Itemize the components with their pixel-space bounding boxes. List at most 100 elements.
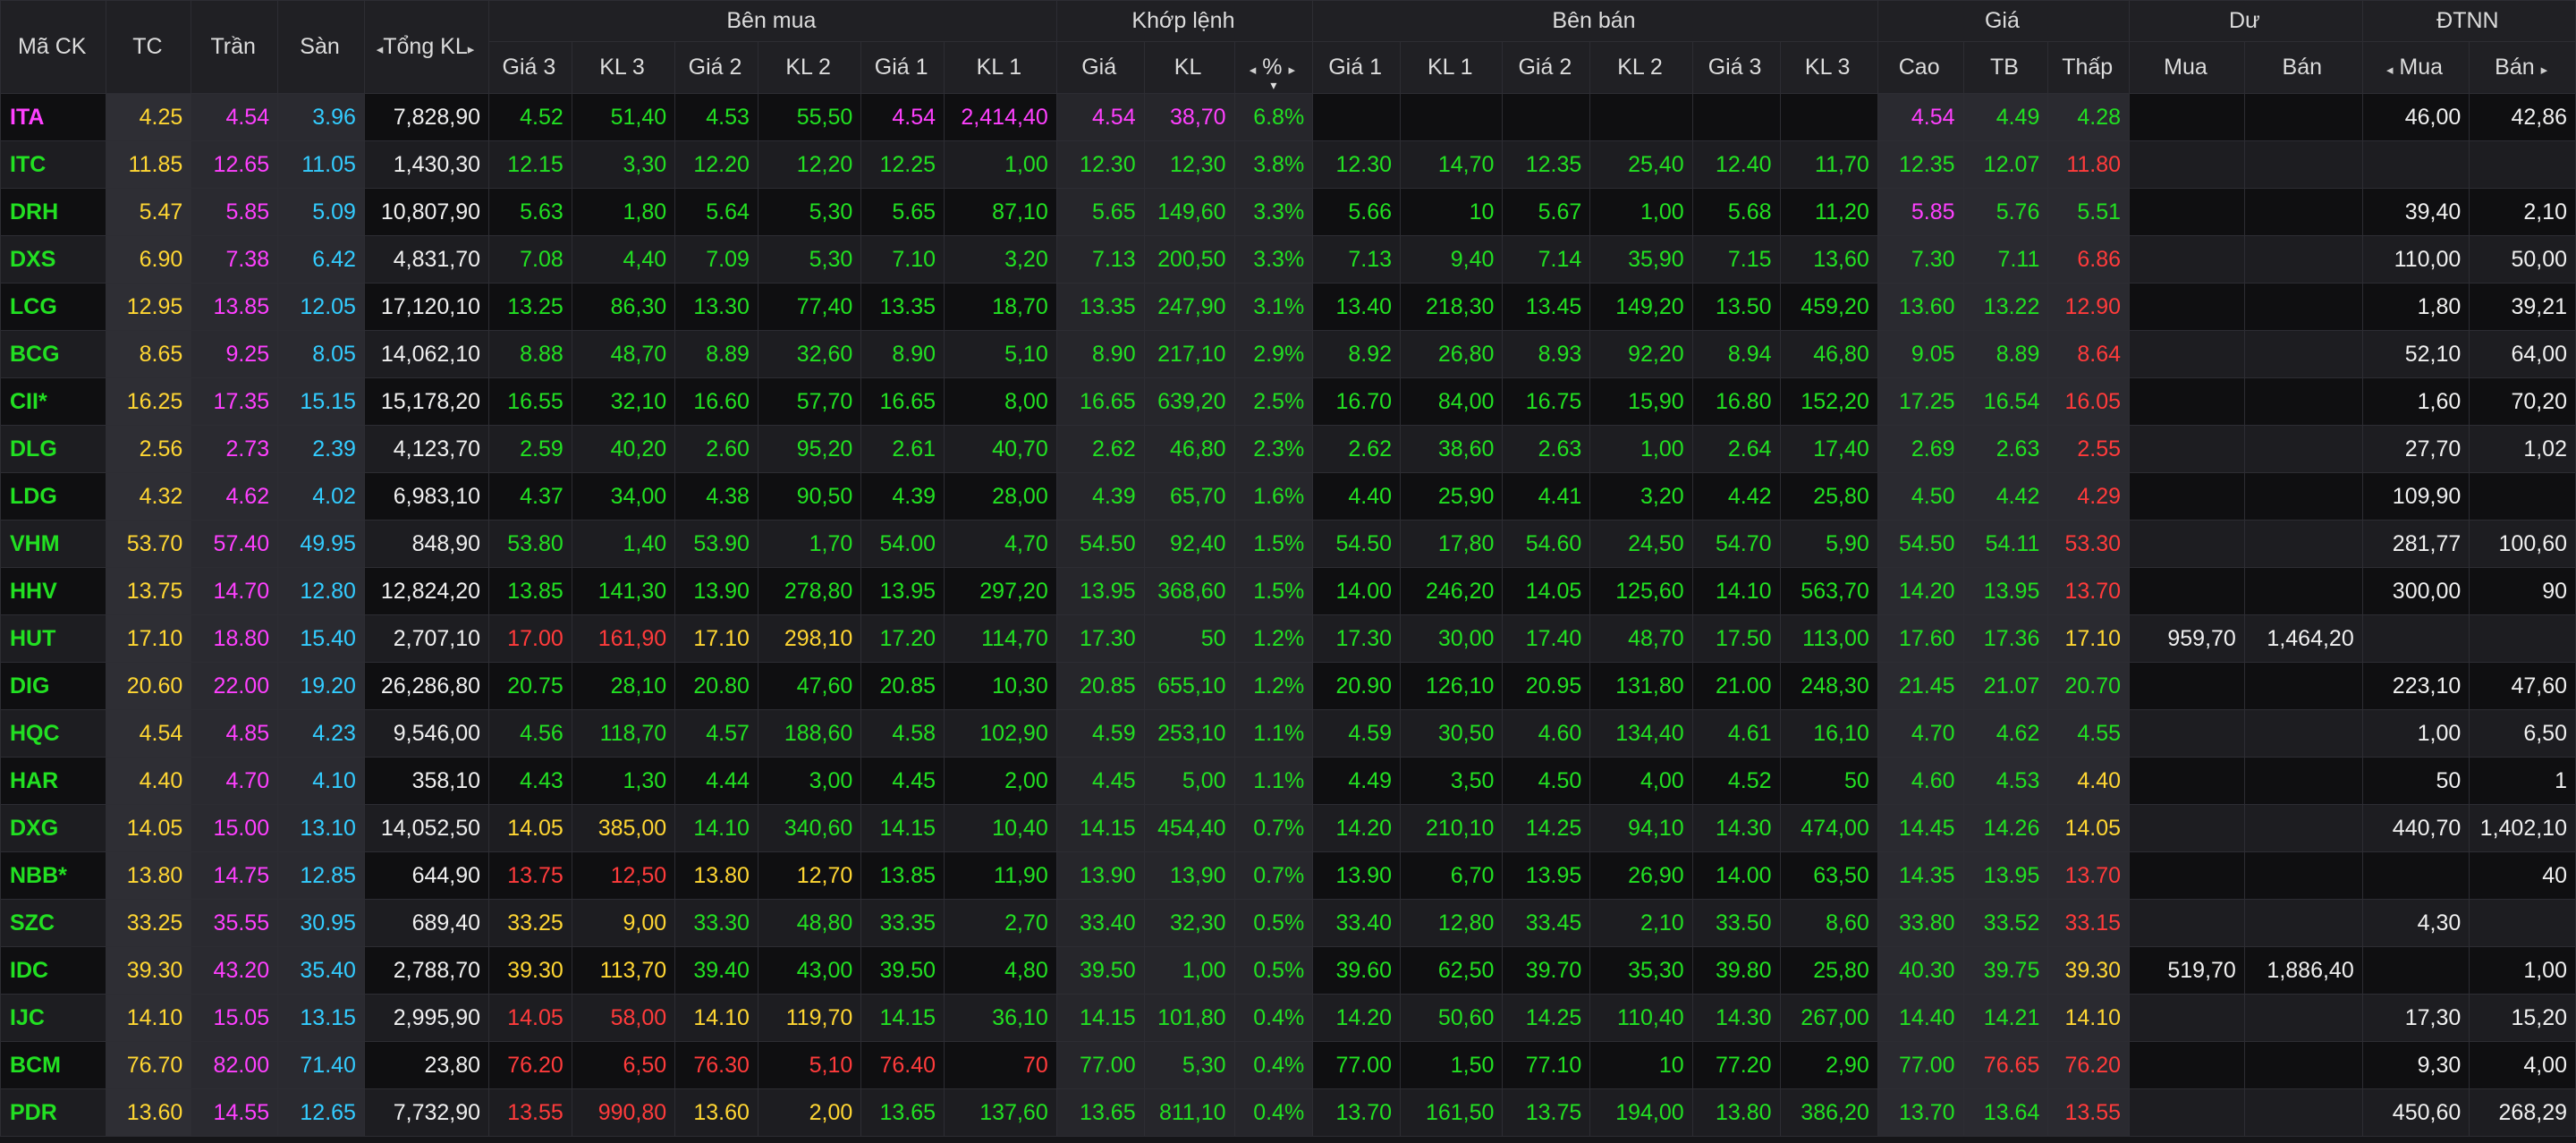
cell-symbol[interactable]: BCG (0, 330, 107, 378)
table-row[interactable]: HUT 17.10 18.80 15.40 2,707,10 17.00 161,90 17.… (0, 614, 2576, 663)
header-tb[interactable]: TB (1962, 41, 2049, 94)
cell-symbol[interactable]: CII* (0, 377, 107, 426)
table-row[interactable]: ITC 11.85 12.65 11.05 1,430,30 12.15 3,30 12.20… (0, 140, 2576, 189)
cell-mua-gia1: 5.65 (860, 188, 945, 236)
cell-symbol[interactable]: HQC (0, 709, 107, 758)
header-mua-gia3[interactable]: Giá 3 (488, 41, 572, 94)
table-row[interactable]: DXS 6.90 7.38 6.42 4,831,70 7.08 4,40 7.09 5,30 7… (0, 235, 2576, 284)
header-du-ban[interactable]: Bán (2243, 41, 2363, 94)
table-row[interactable]: DRH 5.47 5.85 5.09 10,807,90 5.63 1,80 5.64 5,30… (0, 188, 2576, 236)
cell-mua-kl1: 5,10 (944, 330, 1057, 378)
cell-symbol[interactable]: DLG (0, 425, 107, 473)
header-mua-gia1[interactable]: Giá 1 (860, 41, 945, 94)
table-row[interactable]: PDR 13.60 14.55 12.65 7,732,90 13.55 990,80 13.… (0, 1088, 2576, 1137)
cell-ban-kl3: 13,60 (1779, 235, 1878, 284)
arrow-right-icon[interactable]: ▸ (468, 42, 475, 57)
table-row[interactable]: ITA 4.25 4.54 3.96 7,828,90 4.52 51,40 4.53 55,5… (0, 93, 2576, 141)
table-row[interactable]: SZC 33.25 35.55 30.95 689,40 33.25 9,00 33.30 48… (0, 899, 2576, 947)
arrow-right-icon[interactable]: ▸ (2541, 63, 2548, 78)
cell-symbol[interactable]: PDR (0, 1088, 107, 1137)
table-row[interactable]: BCG 8.65 9.25 8.05 14,062,10 8.88 48,70 8.89 32,… (0, 330, 2576, 378)
cell-symbol[interactable]: SZC (0, 899, 107, 947)
table-row[interactable]: LCG 12.95 13.85 12.05 17,120,10 13.25 86,30 13.… (0, 283, 2576, 331)
cell-symbol[interactable]: VHM (0, 520, 107, 568)
cell-symbol[interactable]: DXS (0, 235, 107, 284)
header-ban-gia1[interactable]: Giá 1 (1312, 41, 1402, 94)
cell-tran: 4.62 (191, 472, 279, 521)
cell-symbol[interactable]: LDG (0, 472, 107, 521)
header-ban-kl1[interactable]: KL 1 (1400, 41, 1504, 94)
table-row[interactable]: BCM 76.70 82.00 71.40 23,80 76.20 6,50 76.30 5,1… (0, 1041, 2576, 1089)
cell-symbol[interactable]: DRH (0, 188, 107, 236)
table-row[interactable]: CII* 16.25 17.35 15.15 15,178,20 16.55 32,10 16… (0, 377, 2576, 426)
header-khop-gia[interactable]: Giá (1055, 41, 1145, 94)
header-ban-gia3[interactable]: Giá 3 (1691, 41, 1781, 94)
header-du-mua[interactable]: Mua (2129, 41, 2245, 94)
cell-mua-kl2: 278,80 (757, 567, 862, 615)
table-row[interactable]: LDG 4.32 4.62 4.02 6,983,10 4.37 34,00 4.38 90,5… (0, 472, 2576, 521)
cell-nn-mua: 27,70 (2361, 425, 2470, 473)
cell-ban-gia2: 5.67 (1502, 188, 1591, 236)
table-row[interactable]: IJC 14.10 15.05 13.15 2,995,90 14.05 58,00 14.1… (0, 994, 2576, 1042)
header-mua-kl2[interactable]: KL 2 (757, 41, 862, 94)
cell-ban-gia2: 2.63 (1502, 425, 1591, 473)
header-tran[interactable]: Trần (191, 0, 279, 94)
arrow-left-icon[interactable]: ◂ (1250, 63, 1257, 78)
cell-symbol[interactable]: IJC (0, 994, 107, 1042)
cell-symbol[interactable]: LCG (0, 283, 107, 331)
header-nn-mua[interactable]: ◂ Mua (2361, 41, 2470, 94)
header-tong-kl[interactable]: ◂Tổng KL▸ (363, 0, 490, 94)
table-row[interactable]: VHM 53.70 57.40 49.95 848,90 53.80 1,40 53.90 1,… (0, 520, 2576, 568)
header-mua-kl1[interactable]: KL 1 (944, 41, 1057, 94)
cell-mua-gia3: 8.88 (488, 330, 572, 378)
header-cao[interactable]: Cao (1877, 41, 1964, 94)
cell-symbol[interactable]: ITC (0, 140, 107, 189)
cell-tong-kl: 12,824,20 (363, 567, 490, 615)
header-thap[interactable]: Thấp (2047, 41, 2131, 94)
cell-symbol[interactable]: DIG (0, 662, 107, 710)
table-row[interactable]: DIG 20.60 22.00 19.20 26,286,80 20.75 28,10 20.… (0, 662, 2576, 710)
table-row[interactable]: IDC 39.30 43.20 35.40 2,788,70 39.30 113,70 39.… (0, 946, 2576, 995)
cell-mua-gia1: 14.15 (860, 804, 945, 852)
header-tc[interactable]: TC (106, 0, 192, 94)
cell-mua-gia2: 39.40 (674, 946, 758, 995)
cell-cao: 13.70 (1877, 1088, 1964, 1137)
header-pct[interactable]: ◂ % ▸ ▾ (1233, 41, 1314, 94)
cell-khop-kl: 5,00 (1143, 757, 1235, 805)
header-ban-kl2[interactable]: KL 2 (1589, 41, 1693, 94)
cell-mua-kl2: 95,20 (757, 425, 862, 473)
header-san[interactable]: Sàn (277, 0, 365, 94)
sort-down-icon[interactable]: ▾ (1235, 79, 1312, 91)
arrow-right-icon[interactable]: ▸ (1288, 63, 1295, 78)
header-mua-kl3[interactable]: KL 3 (571, 41, 676, 94)
table-row[interactable]: DLG 2.56 2.73 2.39 4,123,70 2.59 40,20 2.60 95,2… (0, 425, 2576, 473)
table-row[interactable]: HQC 4.54 4.85 4.23 9,546,00 4.56 118,70 4.57 188… (0, 709, 2576, 758)
cell-ban-gia3: 14.30 (1691, 804, 1781, 852)
cell-symbol[interactable]: HHV (0, 567, 107, 615)
cell-symbol[interactable]: ITA (0, 93, 107, 141)
header-ban-gia2[interactable]: Giá 2 (1502, 41, 1591, 94)
arrow-left-icon[interactable]: ◂ (2386, 63, 2394, 78)
cell-san: 15.40 (277, 614, 365, 663)
cell-mua-kl2: 12,70 (757, 851, 862, 900)
cell-san: 6.42 (277, 235, 365, 284)
cell-symbol[interactable]: IDC (0, 946, 107, 995)
header-ban-kl3[interactable]: KL 3 (1779, 41, 1878, 94)
header-ma-ck[interactable]: Mã CK (0, 0, 107, 94)
header-nn-ban[interactable]: Bán ▸ (2469, 41, 2576, 94)
cell-ban-gia2: 54.60 (1502, 520, 1591, 568)
cell-symbol[interactable]: HUT (0, 614, 107, 663)
table-row[interactable]: HAR 4.40 4.70 4.10 358,10 4.43 1,30 4.44 3,00 4.4… (0, 757, 2576, 805)
cell-symbol[interactable]: BCM (0, 1041, 107, 1089)
table-row[interactable]: HHV 13.75 14.70 12.80 12,824,20 13.85 141,30 13… (0, 567, 2576, 615)
cell-mua-kl1: 2,414,40 (944, 93, 1057, 141)
cell-cao: 9.05 (1877, 330, 1964, 378)
cell-symbol[interactable]: NBB* (0, 851, 107, 900)
header-khop-kl[interactable]: KL (1143, 41, 1235, 94)
cell-khop-kl: 655,10 (1143, 662, 1235, 710)
cell-symbol[interactable]: DXG (0, 804, 107, 852)
cell-symbol[interactable]: HAR (0, 757, 107, 805)
table-row[interactable]: NBB* 13.80 14.75 12.85 644,90 13.75 12,50 13.80… (0, 851, 2576, 900)
header-mua-gia2[interactable]: Giá 2 (674, 41, 758, 94)
table-row[interactable]: DXG 14.05 15.00 13.10 14,052,50 14.05 385,00 14… (0, 804, 2576, 852)
